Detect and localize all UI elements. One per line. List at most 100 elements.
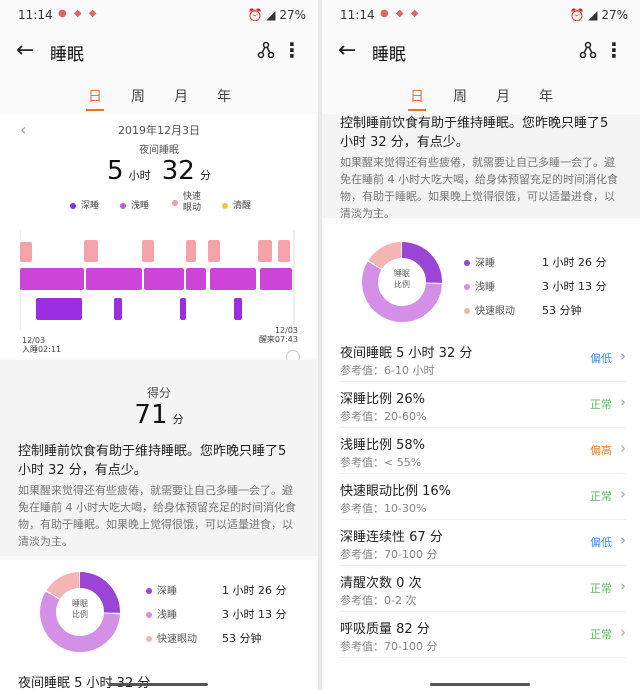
donut-legend-deep: 深睡 [464, 254, 495, 269]
donut-center-line2: 比例 [72, 610, 88, 619]
status-right-icons: ⏰ ◢ 27% [247, 8, 306, 22]
deep-duration: 1 小时 26 分 [222, 584, 287, 597]
metric-status: 正常 [590, 490, 612, 503]
more-options-icon[interactable]: ⋮ [604, 38, 624, 62]
metric-row[interactable]: 呼吸质量 82 分参考值：70-100 分 正常 › [340, 612, 626, 658]
period-tabs: 日 周 月 年 [0, 80, 318, 114]
page-title: 睡眠 [50, 45, 84, 65]
tab-month[interactable]: 月 [166, 86, 196, 106]
legend-rem-label: 快速眼动 [183, 192, 202, 213]
light-dot [464, 284, 470, 290]
score-card: 得分 71 分 控制睡前饮食有助于维持睡眠。您昨晚只睡了5 小时 32 分，有点… [0, 360, 318, 556]
status-bar: 11:14 ● ◆ ◆ ⏰ ◢ 27% [0, 0, 318, 30]
app-bar: ← 睡眠 ⋮ [0, 30, 318, 74]
tab-year[interactable]: 年 [209, 86, 239, 106]
sleep-end-time: 醒来07:43 [258, 335, 298, 344]
status-right-icons: ⏰ ◢ 27% [569, 8, 628, 22]
metric-row[interactable]: 深睡连续性 67 分参考值：70-100 分 偏低 › [340, 520, 626, 566]
notification-icons: ● ◆ ◆ [380, 8, 421, 19]
donut-legend-deep: 深睡 [146, 582, 177, 597]
metric-reference: 参考值：70-100 分 [340, 548, 438, 561]
legend-deep: 深睡 [70, 198, 99, 211]
legend-awake-label: 清醒 [233, 201, 252, 211]
metric-row[interactable]: 清醒次数 0 次参考值：0-2 次 正常 › [340, 566, 626, 612]
notification-icons: ● ◆ ◆ [58, 8, 99, 19]
metric-status: 偏低 [590, 352, 612, 365]
light-block [144, 268, 184, 290]
sleep-stage-timeline[interactable] [20, 230, 300, 330]
donut-legend-light-label: 浅睡 [475, 282, 495, 293]
chevron-right-icon: › [620, 347, 626, 365]
home-indicator[interactable] [430, 683, 530, 686]
legend-rem: 快速眼动 [172, 192, 203, 214]
light-dot [146, 612, 152, 618]
metric-name: 夜间睡眠 5 小时 32 分 [340, 346, 473, 361]
sleep-end-marker: 12/03 醒来07:43 [259, 326, 298, 344]
rem-dot [172, 200, 178, 206]
light-block [260, 268, 292, 290]
advice-title: 控制睡前饮食有助于维持睡眠。您昨晚只睡了5 小时 32 分，有点少。 [340, 116, 609, 150]
donut-legend-rem: 快速眼动 [464, 302, 515, 317]
metric-status: 偏高 [590, 444, 612, 457]
metric-name: 清醒次数 0 次 [340, 576, 422, 591]
tab-month[interactable]: 月 [488, 86, 518, 106]
summary-label: 夜间睡眠 [139, 145, 179, 156]
minutes-value: 32 [161, 156, 195, 186]
donut-center-line2: 比例 [394, 280, 410, 289]
back-arrow-icon[interactable]: ← [16, 38, 34, 63]
metric-name: 深睡比例 26% [340, 392, 426, 407]
partial-metric-row: 夜间睡眠 5 小时 32 分 [18, 676, 151, 690]
legend-awake: 清醒 [222, 198, 251, 211]
period-tabs: 日 周 月 年 [322, 80, 640, 114]
donut-legend-rem-label: 快速眼动 [475, 306, 515, 317]
score-value: 71 [134, 400, 168, 430]
metric-row[interactable]: 浅睡比例 58% 参考值：< 55% 偏高 › [340, 428, 626, 474]
light-duration: 3 小时 13 分 [542, 280, 607, 293]
tab-day[interactable]: 日 [402, 86, 432, 106]
sleep-end-date: 12/03 [274, 326, 298, 335]
share-icon[interactable] [578, 40, 598, 60]
advice-title: 控制睡前饮食有助于维持睡眠。您昨晚只睡了5 小时 32 分，有点少。 [18, 444, 287, 478]
status-time: 11:14 [340, 8, 375, 22]
score-unit: 分 [172, 413, 184, 426]
status-bar: 11:14 ● ◆ ◆ ⏰ ◢ 27% [322, 0, 640, 30]
donut-legend-rem: 快速眼动 [146, 630, 197, 645]
rem-duration: 53 分钟 [542, 304, 582, 317]
battery-percent: 27% [279, 8, 306, 22]
metric-row[interactable]: 深睡比例 26% 参考值：20-60% 正常 › [340, 382, 626, 428]
deep-dot [70, 202, 76, 209]
sleep-start-time: 入睡02:11 [22, 345, 62, 354]
share-icon[interactable] [256, 40, 276, 60]
rem-dot [146, 636, 152, 642]
metric-reference: 参考值：0-2 次 [340, 594, 417, 607]
sleep-summary-card: ‹ 2019年12月3日 夜间睡眠 5 小时 32 分 深睡 浅睡 快速眼动 清… [0, 114, 318, 364]
home-indicator[interactable] [108, 683, 208, 686]
deep-dot [464, 260, 470, 266]
deep-block [114, 298, 122, 320]
chevron-right-icon: › [620, 393, 626, 411]
metric-reference: 参考值：70-100 分 [340, 640, 438, 653]
chevron-right-icon: › [620, 485, 626, 503]
donut-legend-light: 浅睡 [464, 278, 495, 293]
metric-row[interactable]: 夜间睡眠 5 小时 32 分参考值：6-10 小时 偏低 › [340, 336, 626, 382]
chevron-right-icon: › [620, 577, 626, 595]
sleep-start-date: 12/03 [22, 336, 46, 345]
rem-block [84, 240, 98, 262]
tab-week[interactable]: 周 [445, 86, 475, 106]
light-duration: 3 小时 13 分 [222, 608, 287, 621]
donut-legend-light: 浅睡 [146, 606, 177, 621]
advice-body: 如果醒来觉得还有些疲倦，就需要让自己多睡一会了。避免在睡前 4 小时大吃大喝，给… [18, 484, 296, 548]
metric-name: 快速眼动比例 16% [340, 484, 452, 499]
metric-row[interactable]: 快速眼动比例 16% 参考值：10-30% 正常 › [340, 474, 626, 520]
rem-dot [464, 308, 470, 314]
tab-day[interactable]: 日 [80, 86, 110, 106]
score-display: 71 分 [0, 400, 318, 430]
more-options-icon[interactable]: ⋮ [282, 38, 302, 62]
back-arrow-icon[interactable]: ← [338, 38, 356, 63]
tab-week[interactable]: 周 [123, 86, 153, 106]
rem-block [258, 240, 272, 262]
sleep-details-card: 睡眠 比例 深睡 1 小时 26 分 浅睡 3 小时 13 分 快速眼动 53 … [322, 224, 640, 690]
advice-card: 控制睡前饮食有助于维持睡眠。您昨晚只睡了5 小时 32 分，有点少。 如果醒来觉… [322, 114, 640, 220]
total-sleep-duration: 5 小时 32 分 [0, 156, 318, 186]
tab-year[interactable]: 年 [531, 86, 561, 106]
